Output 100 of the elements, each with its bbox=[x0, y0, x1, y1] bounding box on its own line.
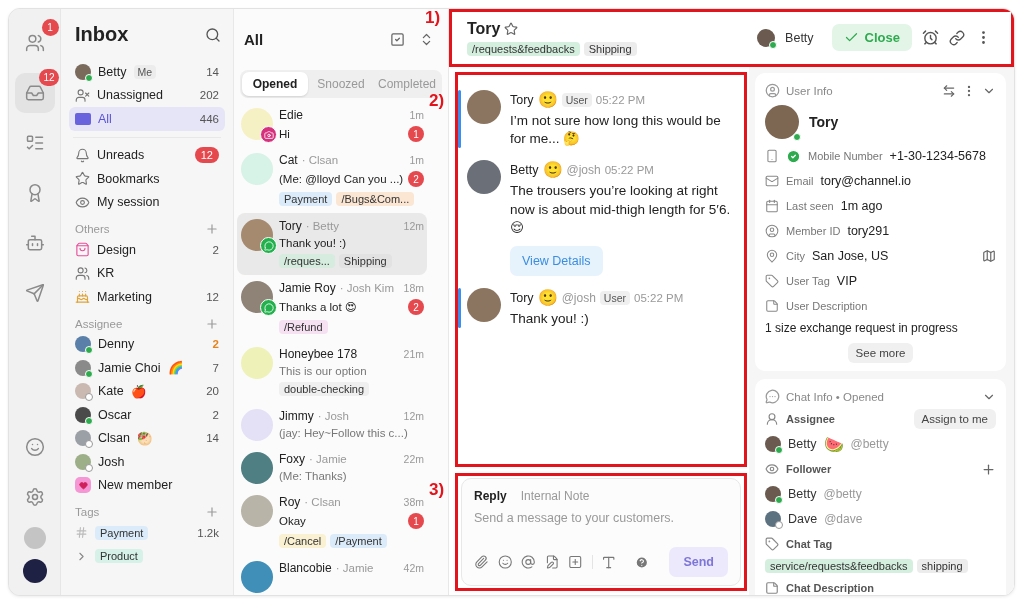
tag-item[interactable]: Payment 1.2k bbox=[69, 521, 225, 545]
assignee-item[interactable]: Oscar 2 bbox=[69, 403, 225, 427]
unread-badge: 2 bbox=[408, 299, 424, 315]
sender-name: Tory bbox=[510, 290, 534, 305]
message-preview: (Me: Thanks) bbox=[279, 470, 347, 482]
assignee-name: · Betty bbox=[305, 220, 339, 232]
tag-label: /reques... bbox=[279, 254, 335, 268]
assignee-item[interactable]: Kate 🍎 20 bbox=[69, 379, 225, 403]
phone-icon bbox=[765, 149, 779, 163]
chat-list-item[interactable]: Cat · Clsan 1m (Me: @lloyd Can you ...) 2 Payment /Bugs&Com... bbox=[237, 147, 427, 213]
field-value: tory@channel.io bbox=[820, 174, 912, 188]
app-logo[interactable] bbox=[22, 559, 47, 583]
search-icon[interactable] bbox=[205, 26, 221, 43]
timestamp: 12m bbox=[403, 220, 424, 232]
emoji: 🌈 bbox=[167, 360, 184, 376]
timestamp: 21m bbox=[403, 348, 424, 360]
document-pen-icon bbox=[544, 554, 559, 570]
composer-tab[interactable]: Reply bbox=[474, 489, 507, 503]
add-icon[interactable] bbox=[981, 461, 996, 477]
field-label: Email bbox=[786, 175, 814, 187]
map-icon[interactable] bbox=[982, 249, 996, 263]
contact-name: Tory bbox=[279, 219, 302, 233]
chat-list-item[interactable]: Foxy · Jamie 22m (Me: Thanks) bbox=[237, 446, 427, 489]
count: 14 bbox=[206, 65, 219, 78]
list-title: All bbox=[244, 31, 264, 48]
assignee-item[interactable]: New member bbox=[69, 473, 225, 497]
help-icon[interactable] bbox=[634, 554, 649, 570]
swap-icon[interactable] bbox=[942, 83, 956, 98]
assignee-item[interactable]: Clsan 🥙 14 bbox=[69, 426, 225, 450]
field-value: San Jose, US bbox=[811, 249, 889, 263]
assignee-item[interactable]: Jamie Choi 🌈 7 bbox=[69, 356, 225, 380]
tag-label: /Refund bbox=[279, 320, 328, 334]
annotation-label: 3) bbox=[429, 481, 445, 498]
inbox-filter-item[interactable]: Unreads 12 bbox=[69, 143, 225, 167]
link-icon[interactable] bbox=[949, 29, 965, 46]
count: 20 bbox=[206, 385, 219, 398]
see-more-button[interactable]: See more bbox=[847, 343, 914, 363]
description-text: 1 size exchange request in progress bbox=[765, 321, 959, 335]
inbox-filter-item[interactable]: All 446 bbox=[69, 107, 225, 131]
assign-button[interactable]: Assign to me bbox=[913, 409, 996, 429]
inbox-title: Inbox bbox=[75, 23, 129, 46]
field-value: VIP bbox=[836, 274, 857, 288]
tag-label: /Cancel bbox=[279, 534, 327, 548]
status-dot bbox=[769, 40, 778, 49]
contact-name: Jimmy bbox=[279, 409, 314, 423]
assignee-name: · Josh bbox=[317, 410, 349, 422]
team-inbox-item[interactable]: Marketing 12 bbox=[69, 285, 225, 309]
section-label: Chat Tag bbox=[786, 538, 833, 550]
chat-list-item[interactable]: Roy · Clsan 38m Okay 1 /Cancel /Payment bbox=[237, 489, 427, 555]
chat-list-item[interactable]: Jamie Roy · Josh Kim 18m Thanks a lot 😍 2 /Refund bbox=[237, 275, 427, 341]
alarm-clock-icon[interactable] bbox=[922, 29, 939, 46]
tag-label: /Bugs&Com... bbox=[336, 192, 415, 206]
section-label: Follower bbox=[786, 463, 832, 475]
inbox-filter-item[interactable]: My session bbox=[69, 190, 225, 214]
assignee-item[interactable]: Josh bbox=[69, 450, 225, 474]
contact-name: Honeybee 178 bbox=[279, 347, 358, 361]
robot-icon bbox=[24, 233, 45, 253]
team-inbox-item[interactable]: KR bbox=[69, 261, 225, 285]
field-label: User Description bbox=[786, 300, 868, 312]
role-tag: User bbox=[561, 92, 592, 107]
star-icon[interactable] bbox=[504, 21, 519, 36]
assignee-item[interactable]: Denny 2 bbox=[69, 332, 225, 356]
chat-list-item[interactable]: Tory · Betty 12m Thank you! :) /reques... Shipping bbox=[237, 213, 427, 275]
inbox-filter-item[interactable]: Betty Me 14 bbox=[69, 60, 225, 84]
section-heading: Assignee bbox=[75, 317, 123, 330]
eye-icon bbox=[765, 462, 779, 476]
team-inbox-item[interactable]: Design 2 bbox=[69, 238, 225, 262]
chat-list-item[interactable]: Honeybee 178 21m This is our option double-checking bbox=[237, 341, 427, 403]
message-field[interactable]: Send a message to your customers. bbox=[474, 511, 728, 525]
emoji: 🙂 bbox=[542, 160, 563, 180]
all-icon bbox=[75, 112, 91, 125]
timestamp: 05:22 PM bbox=[634, 291, 684, 304]
user-x-icon bbox=[75, 87, 90, 103]
tag-item[interactable]: Product bbox=[69, 544, 225, 568]
send-icon bbox=[24, 283, 45, 303]
message-preview: Okay bbox=[279, 515, 306, 527]
camera-icon bbox=[260, 126, 277, 143]
count: 2 bbox=[212, 408, 219, 421]
count: 14 bbox=[206, 432, 219, 445]
sender-name: Tory bbox=[510, 92, 534, 107]
inbox-filter-item[interactable]: Unassigned 202 bbox=[69, 83, 225, 107]
chat-list-item[interactable]: Edie 1m Hi 1 bbox=[237, 102, 427, 147]
count: 2 bbox=[212, 338, 219, 351]
status-tab[interactable]: Opened bbox=[242, 72, 308, 96]
chat-list-item[interactable]: Jimmy · Josh 12m (jay: Hey~Follow this c...) bbox=[237, 403, 427, 446]
emoji: 🍉 bbox=[823, 434, 844, 454]
person-icon bbox=[765, 412, 779, 426]
inbox-filter-item[interactable]: Bookmarks bbox=[69, 167, 225, 191]
select-icon[interactable] bbox=[390, 32, 405, 47]
timestamp: 1m bbox=[409, 109, 424, 121]
tag-label: double-checking bbox=[279, 382, 370, 396]
paperclip-icon bbox=[474, 554, 489, 570]
annotation-label: 2) bbox=[429, 92, 445, 109]
chat-list-item[interactable]: Blancobie · Jamie 42m bbox=[237, 555, 427, 595]
field-label: User Tag bbox=[786, 275, 830, 287]
annotation-label: 1) bbox=[425, 9, 441, 26]
chat-bubble-icon bbox=[260, 299, 277, 316]
section-heading: Tags bbox=[75, 506, 100, 518]
user-circle-icon bbox=[765, 224, 779, 238]
tag-icon bbox=[765, 537, 779, 551]
